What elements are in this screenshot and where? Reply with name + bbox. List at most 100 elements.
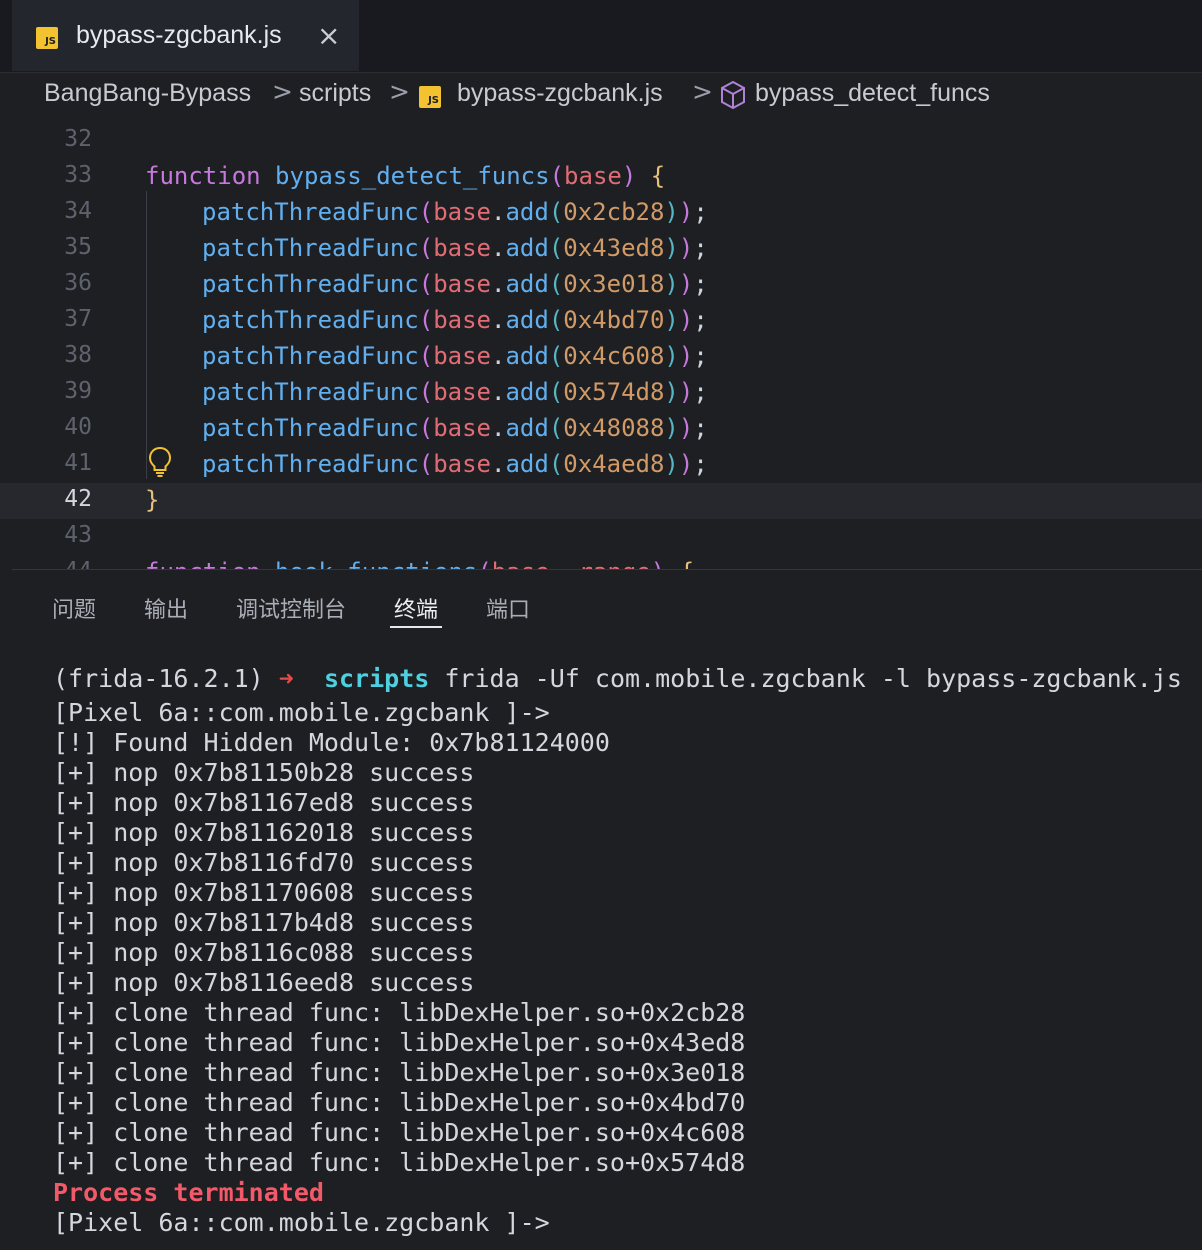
breadcrumb: BangBang-Bypass > scripts > bypass-zgcba… [0,73,1202,123]
line-number: 32 [64,126,92,152]
number-literal: 0x43ed8 [563,234,665,262]
js-file-icon: JS [36,27,58,49]
terminal-line: [+] clone thread func: libDexHelper.so+0… [53,1088,746,1117]
terminal-line: [!] Found Hidden Module: 0x7b81124000 [53,728,610,757]
code-line: 37 patchThreadFunc(base.add(0x4bd70)); [0,303,1202,339]
line-number: 38 [64,342,92,368]
number-literal: 0x4bd70 [563,306,665,334]
symbol-method-icon [721,80,745,110]
breadcrumb-item-symbol[interactable]: bypass_detect_funcs [755,79,990,108]
active-tab-indicator [390,626,442,628]
terminal-line: [+] clone thread func: libDexHelper.so+0… [53,1028,746,1057]
object-name: base [433,234,491,262]
code-editor[interactable]: 32 33 function bypass_detect_funcs(base)… [0,123,1202,570]
prompt-dir: scripts [323,664,430,693]
code-line: 39 patchThreadFunc(base.add(0x574d8)); [0,375,1202,411]
line-number: 39 [64,378,92,404]
tab-bypass-zgcbank[interactable]: JS bypass-zgcbank.js × [12,0,359,71]
close-icon[interactable]: × [317,19,340,52]
object-name: base [433,450,491,478]
method-name: add [505,450,549,478]
terminal-line: [+] clone thread func: libDexHelper.so+0… [53,998,746,1027]
terminal-prompt-line: (frida-16.2.1) ➜ scripts frida -Uf com.m… [53,664,1182,694]
tab-ports[interactable]: 端口 [486,592,530,624]
method-name: add [505,414,549,442]
object-name: base [433,342,491,370]
tab-label: bypass-zgcbank.js [76,21,282,49]
number-literal: 0x3e018 [563,270,665,298]
breadcrumb-item-file[interactable]: bypass-zgcbank.js [457,79,663,108]
terminal-line: [+] clone thread func: libDexHelper.so+0… [53,1118,746,1147]
code-text: patchThreadFunc(base.add(0x48088)); [202,414,708,442]
code-line: 33 function bypass_detect_funcs(base) { [0,159,1202,195]
js-file-icon: JS [419,86,441,108]
method-name: add [505,234,549,262]
object-name: base [433,378,491,406]
code-line: 34 patchThreadFunc(base.add(0x2cb28)); [0,195,1202,231]
code-line: 40 patchThreadFunc(base.add(0x48088)); [0,411,1202,447]
tab-terminal[interactable]: 终端 [394,592,438,624]
object-name: base [433,306,491,334]
object-name: base [433,414,491,442]
terminal-output[interactable]: (frida-16.2.1) ➜ scripts frida -Uf com.m… [0,640,1202,1250]
line-number: 37 [64,306,92,332]
chevron-right-icon: > [272,77,293,106]
chevron-right-icon: > [692,77,713,106]
method-name: add [505,306,549,334]
call-name: patchThreadFunc [202,270,419,298]
terminal-line: [+] clone thread func: libDexHelper.so+0… [53,1058,746,1087]
prompt-arrow-icon: ➜ [278,664,294,693]
code-line: 43 [0,519,1202,555]
object-name: base [433,270,491,298]
code-text: patchThreadFunc(base.add(0x43ed8)); [202,234,708,262]
tab-output[interactable]: 输出 [144,592,188,624]
breadcrumb-item-scripts[interactable]: scripts [299,79,371,108]
call-name: patchThreadFunc [202,342,419,370]
terminal-line: [Pixel 6a::com.mobile.zgcbank ]-> [53,1208,550,1237]
code-text: } [145,486,160,514]
number-literal: 0x574d8 [563,378,665,406]
method-name: add [505,270,549,298]
editor-tab-strip: JS bypass-zgcbank.js × [0,0,1202,73]
indent-guide [146,191,147,479]
number-literal: 0x4aed8 [563,450,665,478]
call-name: patchThreadFunc [202,414,419,442]
prompt-env: (frida-16.2.1) [53,664,264,693]
breadcrumb-item-project[interactable]: BangBang-Bypass [44,79,251,108]
code-text: patchThreadFunc(base.add(0x4c608)); [202,342,708,370]
line-number: 41 [64,450,92,476]
call-name: patchThreadFunc [202,234,419,262]
code-line: 44 function hook_functions(base, range) … [0,555,1202,570]
number-literal: 0x4c608 [563,342,665,370]
chevron-right-icon: > [389,77,410,106]
method-name: add [505,198,549,226]
code-text: function bypass_detect_funcs(base) { [145,162,666,190]
code-line: 36 patchThreadFunc(base.add(0x3e018)); [0,267,1202,303]
terminal-command: frida -Uf com.mobile.zgcbank -l bypass-z… [444,664,1182,693]
terminal-line: [+] nop 0x7b8116eed8 success [53,968,475,997]
terminal-error-line: Process terminated [53,1178,324,1207]
call-name: patchThreadFunc [202,378,419,406]
tab-debug-console[interactable]: 调试控制台 [236,592,346,624]
line-number: 43 [64,522,92,548]
number-literal: 0x2cb28 [563,198,665,226]
tab-problems[interactable]: 问题 [52,592,96,624]
code-line: 38 patchThreadFunc(base.add(0x4c608)); [0,339,1202,375]
lightbulb-icon[interactable] [148,446,172,478]
terminal-line: [+] nop 0x7b81167ed8 success [53,788,475,817]
terminal-line: [+] nop 0x7b8116c088 success [53,938,475,967]
code-line: 35 patchThreadFunc(base.add(0x43ed8)); [0,231,1202,267]
terminal-line: [+] nop 0x7b81170608 success [53,878,475,907]
call-name: patchThreadFunc [202,198,419,226]
call-name: patchThreadFunc [202,306,419,334]
line-number: 34 [64,198,92,224]
param-name: base [564,162,622,190]
code-text: patchThreadFunc(base.add(0x574d8)); [202,378,708,406]
terminal-line: [+] nop 0x7b8116fd70 success [53,848,475,877]
line-number: 36 [64,270,92,296]
call-name: patchThreadFunc [202,450,419,478]
number-literal: 0x48088 [563,414,665,442]
method-name: add [505,342,549,370]
code-text: patchThreadFunc(base.add(0x4bd70)); [202,306,708,334]
panel-tabs: 问题 输出 调试控制台 终端 端口 [0,570,1202,636]
